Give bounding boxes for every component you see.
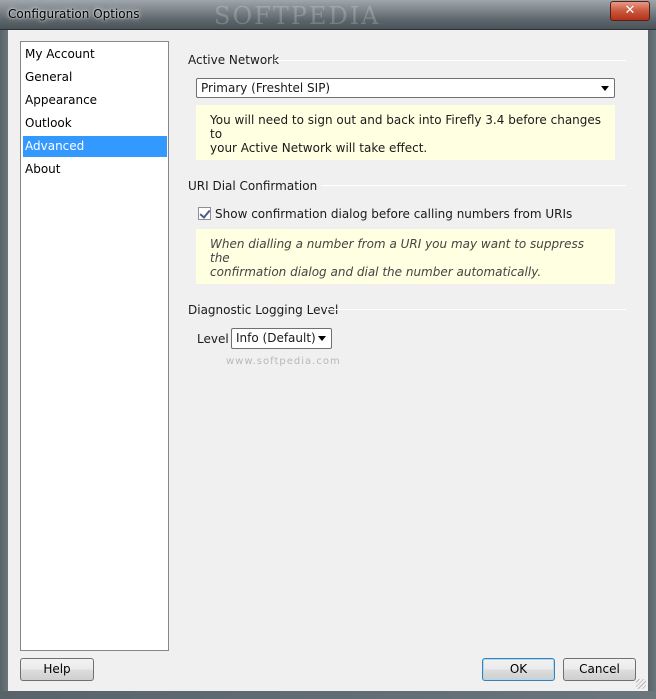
window-frame-right — [648, 30, 656, 699]
active-network-note-line-1: You will need to sign out and back into … — [210, 113, 602, 141]
logging-heading: Diagnostic Logging Level — [188, 303, 339, 317]
logging-level-select[interactable]: Info (Default) — [231, 328, 332, 349]
help-button[interactable]: Help — [20, 658, 94, 681]
active-network-select-value: Primary (Freshtel SIP) — [201, 81, 331, 95]
nav-item-outlook[interactable]: Outlook — [23, 113, 167, 134]
options-nav-list[interactable]: My Account General Appearance Outlook Ad… — [20, 41, 169, 651]
dialog-client-area: My Account General Appearance Outlook Ad… — [8, 30, 648, 691]
show-confirmation-checkbox[interactable] — [198, 207, 211, 220]
dropdown-arrow-icon — [318, 336, 326, 341]
active-network-divider — [274, 60, 626, 61]
nav-item-about[interactable]: About — [23, 159, 167, 180]
cancel-button[interactable]: Cancel — [563, 658, 636, 681]
window-title: Configuration Options — [8, 7, 140, 21]
uri-dial-heading: URI Dial Confirmation — [188, 179, 318, 193]
title-bar[interactable]: Configuration Options SOFTPEDIA ✕ — [0, 0, 656, 30]
close-button[interactable]: ✕ — [610, 1, 650, 21]
uri-dial-divider — [321, 185, 626, 186]
nav-item-general[interactable]: General — [23, 67, 167, 88]
window-frame-bottom — [0, 691, 656, 699]
softpedia-watermark: www.softpedia.com — [226, 356, 341, 367]
nav-item-advanced[interactable]: Advanced — [23, 136, 167, 157]
uri-dial-note-line-1: When dialling a number from a URI you ma… — [210, 237, 584, 265]
logging-level-value: Info (Default) — [236, 331, 316, 345]
nav-item-appearance[interactable]: Appearance — [23, 90, 167, 111]
window-frame-left — [0, 30, 8, 699]
active-network-note: You will need to sign out and back into … — [196, 105, 615, 160]
resize-grip[interactable] — [636, 679, 646, 689]
logging-divider — [326, 309, 626, 310]
close-icon: ✕ — [624, 3, 636, 18]
ok-button[interactable]: OK — [482, 658, 555, 681]
active-network-note-line-2: your Active Network will take effect. — [210, 141, 428, 155]
dropdown-arrow-icon — [601, 86, 609, 91]
active-network-heading: Active Network — [188, 53, 280, 67]
titlebar-watermark: SOFTPEDIA — [214, 2, 381, 30]
uri-dial-note: When dialling a number from a URI you ma… — [196, 229, 615, 284]
show-confirmation-label[interactable]: Show confirmation dialog before calling … — [215, 207, 572, 221]
active-network-select[interactable]: Primary (Freshtel SIP) — [196, 78, 615, 98]
level-label: Level — [197, 332, 229, 346]
nav-item-my-account[interactable]: My Account — [23, 44, 167, 65]
uri-dial-note-line-2: confirmation dialog and dial the number … — [210, 265, 542, 279]
